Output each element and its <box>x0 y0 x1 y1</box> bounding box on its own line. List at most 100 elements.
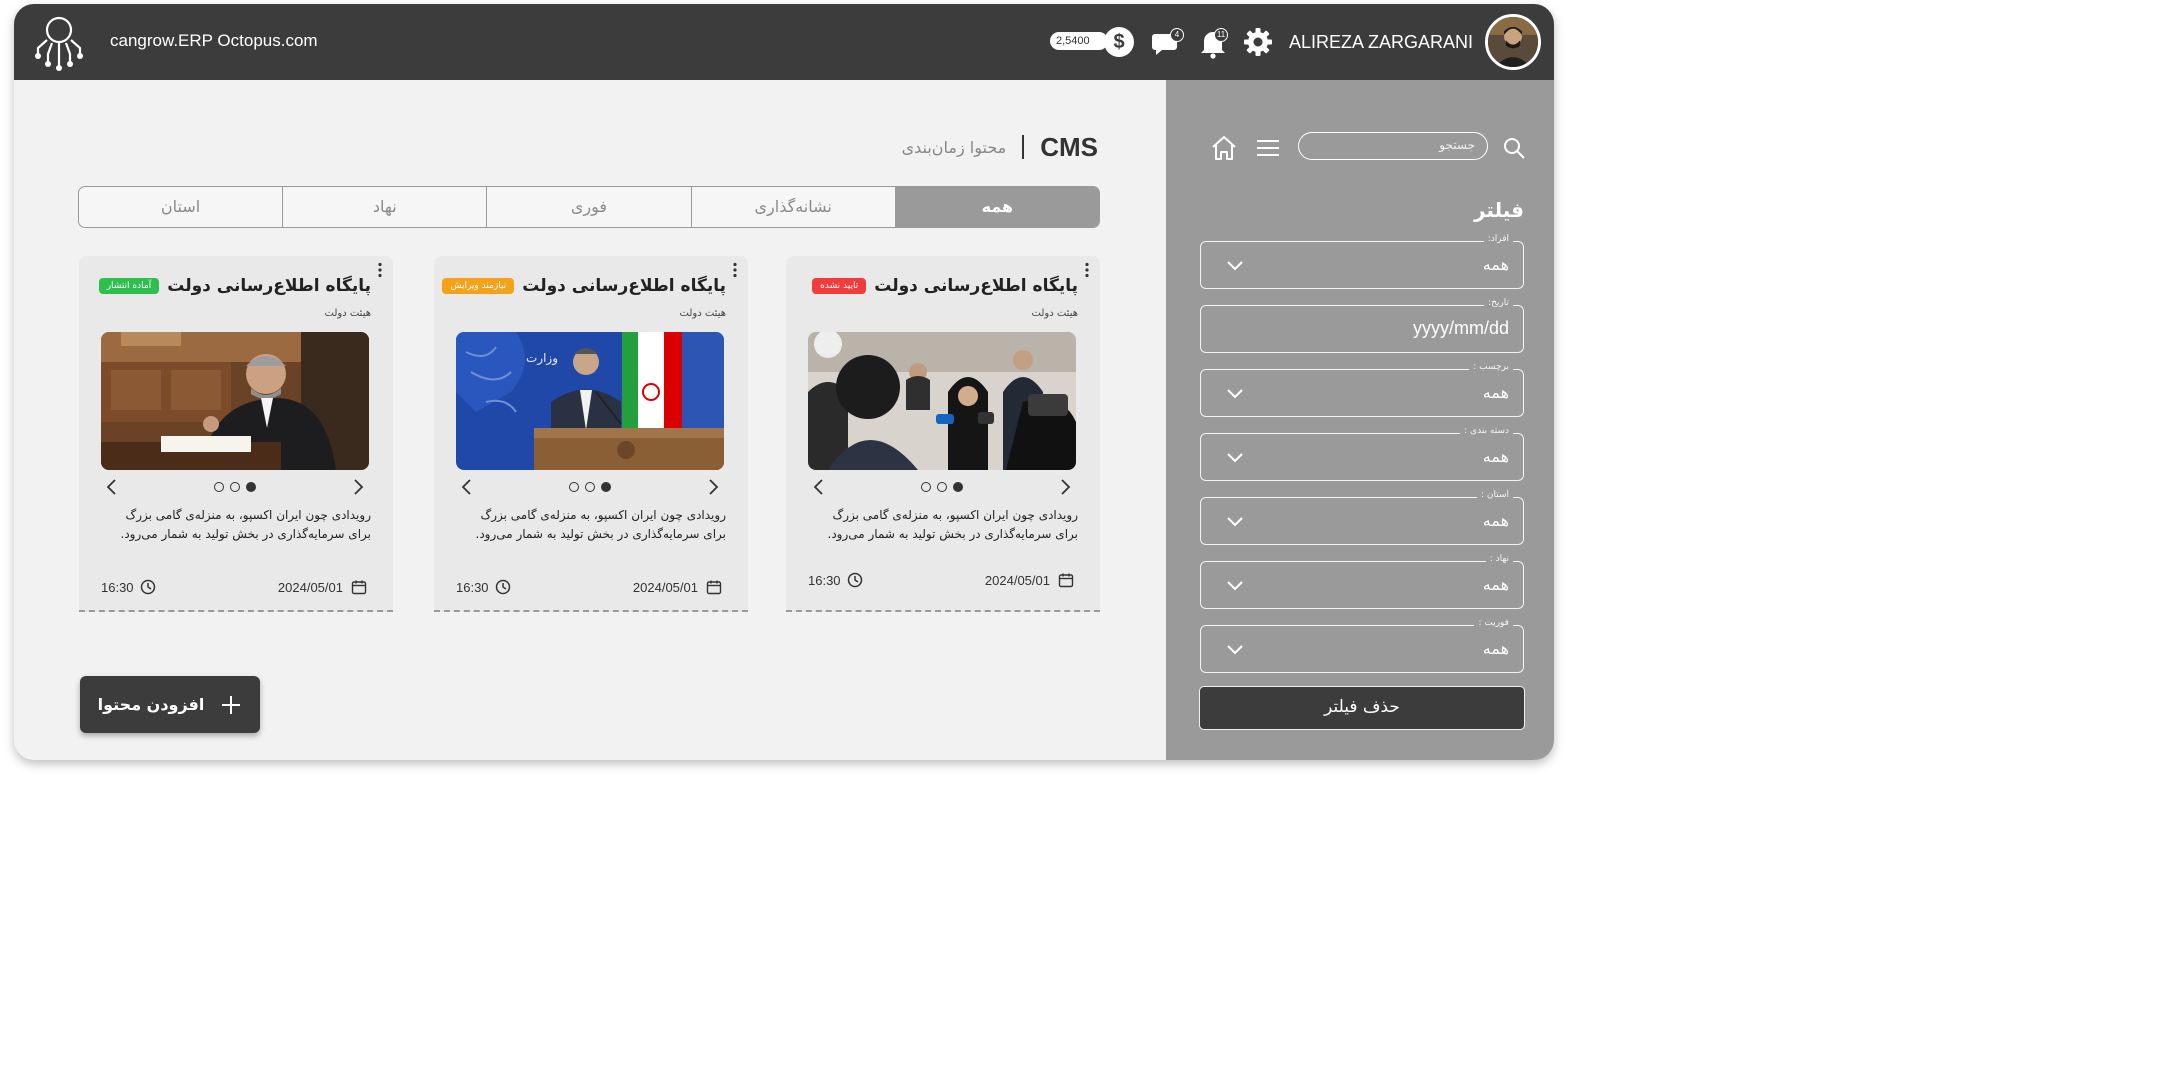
carousel-dot[interactable] <box>921 482 931 492</box>
field-value: همه <box>1482 511 1509 530</box>
chevron-down-icon <box>1227 581 1243 591</box>
card-time: 16:30 <box>101 579 156 595</box>
filter-institution[interactable]: نهاد : همه <box>1200 554 1524 609</box>
chevron-left-icon[interactable] <box>105 477 119 497</box>
clear-filter-button[interactable]: حذف فیلتر <box>1199 686 1525 730</box>
add-content-label: افزودن محتوا <box>97 695 205 714</box>
messages-badge: 4 <box>1170 28 1184 42</box>
carousel-dots <box>569 482 619 492</box>
content-card[interactable]: پایگاه اطلاع‌رسانی دولت نیازمند ویرایش ه… <box>434 256 748 612</box>
filter-people[interactable]: افراد: همه <box>1200 234 1524 289</box>
chevron-down-icon <box>1227 645 1243 655</box>
plus-icon <box>222 695 241 714</box>
brand-name: cangrow.ERP Octopus.com <box>110 31 318 50</box>
chevron-down-icon <box>1227 389 1243 399</box>
field-label: افراد: <box>1483 234 1513 244</box>
octopus-logo-icon[interactable] <box>28 10 90 72</box>
carousel-dot[interactable] <box>214 482 224 492</box>
kebab-menu-icon[interactable] <box>377 262 383 278</box>
date-value: 2024/05/01 <box>632 579 698 595</box>
chevron-down-icon <box>1227 453 1243 463</box>
add-content-button[interactable]: افزودن محتوا <box>80 676 260 733</box>
filter-priority[interactable]: فوریت : همه <box>1200 618 1524 673</box>
carousel-dot[interactable] <box>937 482 947 492</box>
chevron-right-icon[interactable] <box>351 477 365 497</box>
carousel-dots <box>921 482 971 492</box>
calendar-icon <box>706 580 722 595</box>
chevron-left-icon[interactable] <box>460 477 474 497</box>
tab-province[interactable]: استان <box>79 187 282 227</box>
field-value: همه <box>1482 383 1509 402</box>
card-title: پایگاه اطلاع‌رسانی دولت <box>874 276 1078 296</box>
filter-tag[interactable]: برچسب : همه <box>1200 362 1524 417</box>
carousel-dot[interactable] <box>585 482 595 492</box>
tab-bookmarked[interactable]: نشانه‌گذاری <box>690 187 895 227</box>
calendar-icon <box>1058 573 1074 588</box>
card-title: پایگاه اطلاع‌رسانی دولت <box>522 276 726 296</box>
card-description: رویدادی چون ایران اکسپو، به منزله‌ی گامی… <box>120 508 372 541</box>
dollar-icon[interactable]: $ <box>1104 27 1134 57</box>
user-name[interactable]: ALIREZA ZARGARANI <box>1289 32 1473 53</box>
filter-date[interactable]: تاریخ: yyyy/mm/dd <box>1200 298 1524 353</box>
field-label: فوریت : <box>1474 618 1513 628</box>
chevron-left-icon[interactable] <box>812 477 826 497</box>
chevron-right-icon[interactable] <box>706 477 720 497</box>
news-photo <box>101 332 369 470</box>
page-subtitle: محتوا زمان‌بندی <box>901 137 1007 157</box>
carousel-dot[interactable] <box>569 482 579 492</box>
image-carousel <box>101 474 369 498</box>
status-badge: نیازمند ویرایش <box>442 278 515 294</box>
field-value: همه <box>1482 447 1509 466</box>
chevron-right-icon[interactable] <box>1058 477 1072 497</box>
carousel-dot-active[interactable] <box>953 482 963 492</box>
card-header: پایگاه اطلاع‌رسانی دولت تایید نشده <box>812 276 1078 296</box>
chevron-down-icon <box>1227 261 1243 271</box>
notifications-button[interactable]: 11 <box>1196 26 1230 60</box>
card-title: پایگاه اطلاع‌رسانی دولت <box>167 276 371 296</box>
content-card[interactable]: پایگاه اطلاع‌رسانی دولت تایید نشده هیئت … <box>786 256 1100 612</box>
card-time: 16:30 <box>456 579 511 595</box>
card-date: 2024/05/01 <box>633 579 722 595</box>
carousel-dot[interactable] <box>230 482 240 492</box>
time-value: 16:30 <box>808 572 841 588</box>
image-carousel <box>456 474 724 498</box>
field-value: همه <box>1482 575 1509 594</box>
field-value: همه <box>1482 639 1509 658</box>
card-header: پایگاه اطلاع‌رسانی دولت آماده انتشار <box>98 276 371 296</box>
filter-province[interactable]: استان : همه <box>1200 490 1524 545</box>
top-bar: cangrow.ERP Octopus.com 2,5400 $ 4 11 AL… <box>14 4 1554 80</box>
home-icon[interactable] <box>1210 134 1238 162</box>
official-signing-image <box>101 332 369 470</box>
card-organization: هیئت دولت <box>679 308 726 319</box>
settings-gear-icon[interactable] <box>1242 26 1274 58</box>
calendar-icon <box>351 580 367 595</box>
kebab-menu-icon[interactable] <box>732 262 738 278</box>
avatar-image <box>1488 17 1538 67</box>
search-icon[interactable] <box>1502 136 1526 160</box>
hamburger-menu-icon[interactable] <box>1254 134 1282 162</box>
field-label: دسته بندی : <box>1460 426 1513 436</box>
tab-all[interactable]: همه <box>894 187 1099 227</box>
content-card[interactable]: پایگاه اطلاع‌رسانی دولت آماده انتشار هیئ… <box>79 256 393 612</box>
messages-button[interactable]: 4 <box>1150 26 1184 60</box>
press-conference-image: وزارت <box>456 332 724 470</box>
field-label: تاریخ: <box>1484 298 1513 308</box>
field-label: استان : <box>1476 490 1513 500</box>
press-crowd-image <box>808 332 1076 470</box>
tab-urgent[interactable]: فوری <box>486 187 690 227</box>
carousel-dot-active[interactable] <box>246 482 256 492</box>
card-description: رویدادی چون ایران اکسپو، به منزله‌ی گامی… <box>827 508 1079 541</box>
tab-institution[interactable]: نهاد <box>282 187 486 227</box>
balance-value: 2,5400 <box>1050 32 1108 50</box>
carousel-dots <box>214 482 264 492</box>
title-divider <box>1022 135 1025 159</box>
user-avatar[interactable] <box>1485 14 1541 70</box>
notifications-badge: 11 <box>1214 28 1228 42</box>
card-time: 16:30 <box>808 572 863 588</box>
date-field: yyyy/mm/dd <box>1412 318 1509 338</box>
filter-category[interactable]: دسته بندی : همه <box>1200 426 1524 481</box>
search-input[interactable]: جستجو <box>1298 132 1488 160</box>
card-organization: هیئت دولت <box>1031 308 1078 319</box>
kebab-menu-icon[interactable] <box>1084 262 1090 278</box>
carousel-dot-active[interactable] <box>601 482 611 492</box>
